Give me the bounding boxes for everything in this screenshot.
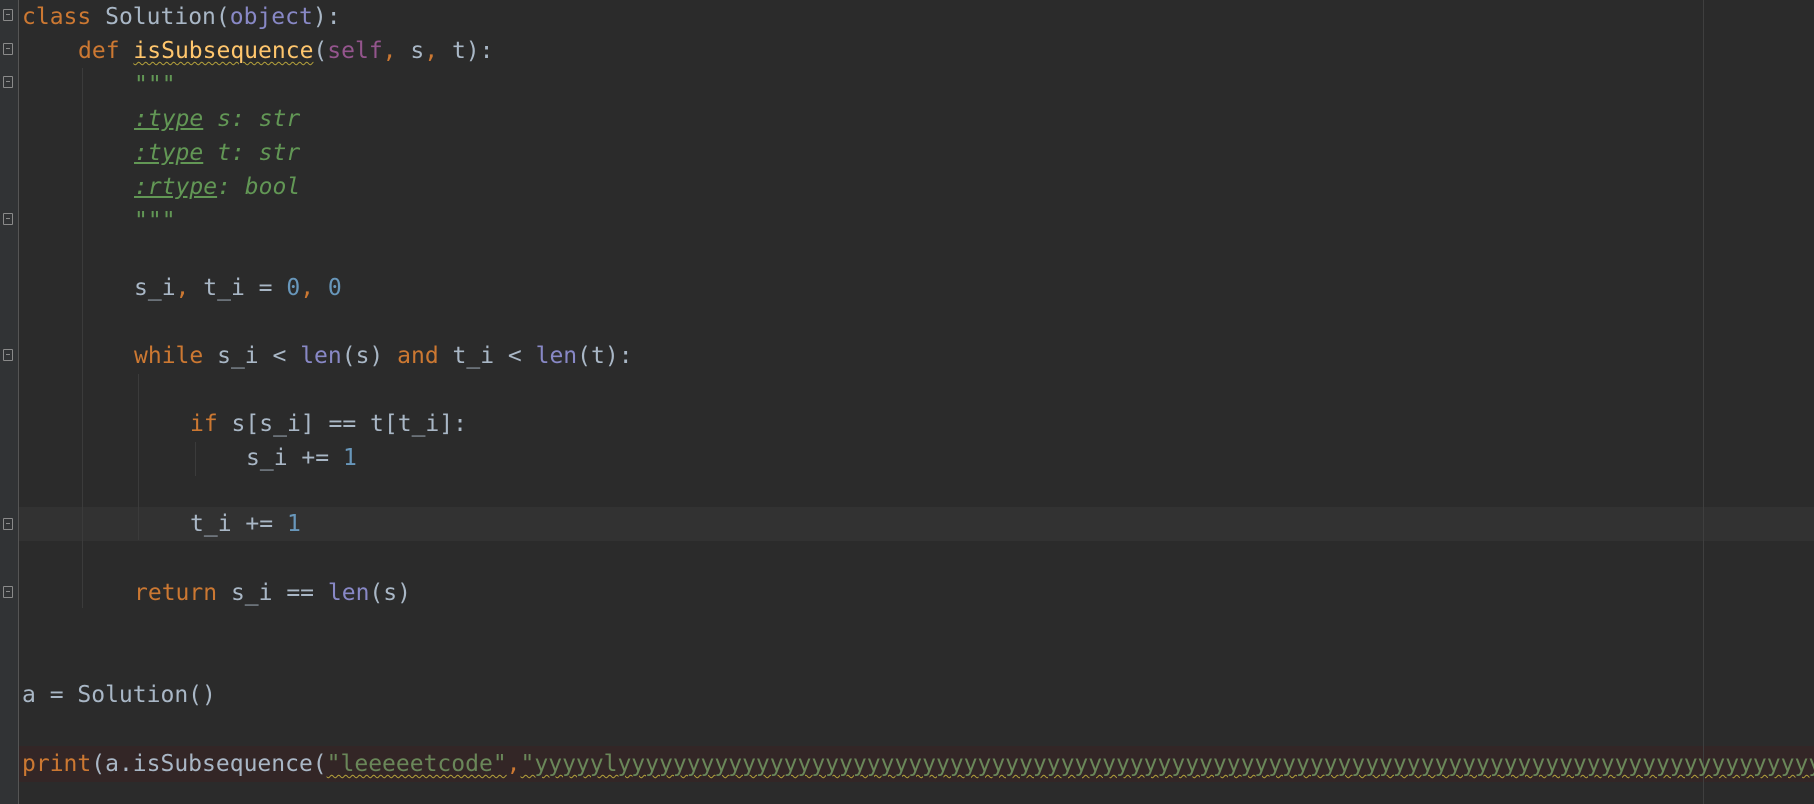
- builtin-len: len: [300, 343, 342, 369]
- expr: t_i <: [438, 343, 536, 369]
- fold-docstring-end-icon[interactable]: [3, 213, 13, 225]
- param-s: s: [396, 38, 425, 64]
- fold-while-end-icon[interactable]: [3, 518, 13, 530]
- doc-tag-type: :type: [134, 140, 204, 166]
- fold-def-icon[interactable]: [3, 43, 13, 55]
- indent-guide-def: [82, 68, 83, 608]
- code-line-15[interactable]: print(a.isSubsequence("leeeeetcode","yyy…: [22, 747, 1814, 781]
- right-margin-guide: [1703, 0, 1704, 804]
- code-line-11[interactable]: s_i += 1: [246, 441, 357, 475]
- comma: ,: [424, 38, 439, 64]
- expr: s_i ==: [217, 580, 328, 606]
- doc-tag-type: :type: [134, 106, 204, 132]
- docstring-open: """: [134, 72, 176, 98]
- function-name: isSubsequence: [133, 38, 314, 64]
- fold-def-end-icon[interactable]: [3, 586, 13, 598]
- expr: s[s_i] == t[t_i]:: [217, 411, 467, 437]
- expr: (t):: [577, 343, 633, 369]
- builtin-print: print: [22, 751, 92, 777]
- fold-docstring-start-icon[interactable]: [3, 76, 13, 88]
- code-line-10[interactable]: if s[s_i] == t[t_i]:: [190, 407, 467, 441]
- expr: t_i +=: [190, 511, 287, 537]
- number: 0: [314, 275, 342, 301]
- code-line-14[interactable]: a = Solution(): [22, 678, 216, 712]
- string-literal: "yyyyylyyyyyyyyyyyyyyyyyyyyyyyyyyyyyyyyy…: [520, 751, 1814, 777]
- indent-guide-if: [195, 442, 196, 476]
- keyword-while: while: [134, 343, 204, 369]
- code-line-12[interactable]: t_i += 1: [190, 507, 301, 541]
- var: s_i: [134, 275, 176, 301]
- docstring-close: """: [134, 208, 176, 234]
- self-param: self: [327, 38, 383, 64]
- doc-text: t: str: [203, 140, 301, 166]
- doc-text: s: str: [203, 106, 301, 132]
- expr: (s): [341, 343, 398, 369]
- code-line-5[interactable]: :type t: str: [134, 136, 300, 170]
- code-editor[interactable]: class Solution(object): def isSubsequenc…: [0, 0, 1814, 804]
- var: t_i =: [189, 275, 287, 301]
- expr: s_i <: [203, 343, 301, 369]
- keyword-if: if: [190, 411, 218, 437]
- fold-class-icon[interactable]: [3, 9, 13, 21]
- code-line-2[interactable]: def isSubsequence(self, s, t):: [78, 34, 494, 68]
- fold-while-icon[interactable]: [3, 349, 13, 361]
- keyword-def: def: [78, 38, 120, 64]
- doc-text: : bool: [217, 174, 301, 200]
- expr: s_i +=: [246, 445, 343, 471]
- code-line-7[interactable]: """: [134, 204, 176, 238]
- code-line-13[interactable]: return s_i == len(s): [134, 576, 411, 610]
- string-literal: "leeeeetcode": [326, 751, 507, 777]
- number: 1: [342, 445, 357, 471]
- keyword-class: class: [22, 4, 92, 30]
- code-line-1[interactable]: class Solution(object):: [22, 0, 341, 34]
- number: 0: [286, 275, 301, 301]
- code-line-4[interactable]: :type s: str: [134, 102, 300, 136]
- code-line-3[interactable]: """: [134, 68, 176, 102]
- paren: (: [313, 38, 328, 64]
- expr: (s): [369, 580, 411, 606]
- comma: ,: [506, 751, 521, 777]
- assignment: a = Solution(): [22, 682, 216, 708]
- code-line-8[interactable]: s_i, t_i = 0, 0: [134, 271, 342, 305]
- builtin-len: len: [327, 580, 370, 606]
- code-line-6[interactable]: :rtype: bool: [134, 170, 300, 204]
- paren: (: [215, 4, 230, 30]
- keyword-return: return: [134, 580, 218, 606]
- class-name: Solution: [105, 4, 216, 30]
- indent-guide-while: [138, 374, 139, 540]
- param-t: t: [438, 38, 466, 64]
- comma: ,: [382, 38, 397, 64]
- doc-tag-rtype: :rtype: [134, 174, 218, 200]
- comma: ,: [300, 275, 315, 301]
- number: 1: [286, 511, 301, 537]
- editor-gutter[interactable]: [0, 0, 19, 804]
- comma: ,: [175, 275, 190, 301]
- paren: ):: [312, 4, 341, 30]
- base-class: object: [229, 4, 313, 30]
- code-line-9[interactable]: while s_i < len(s) and t_i < len(t):: [134, 339, 633, 373]
- expr: (a.isSubsequence(: [91, 751, 327, 777]
- builtin-len: len: [535, 343, 578, 369]
- paren: ):: [465, 38, 494, 64]
- keyword-and: and: [397, 343, 439, 369]
